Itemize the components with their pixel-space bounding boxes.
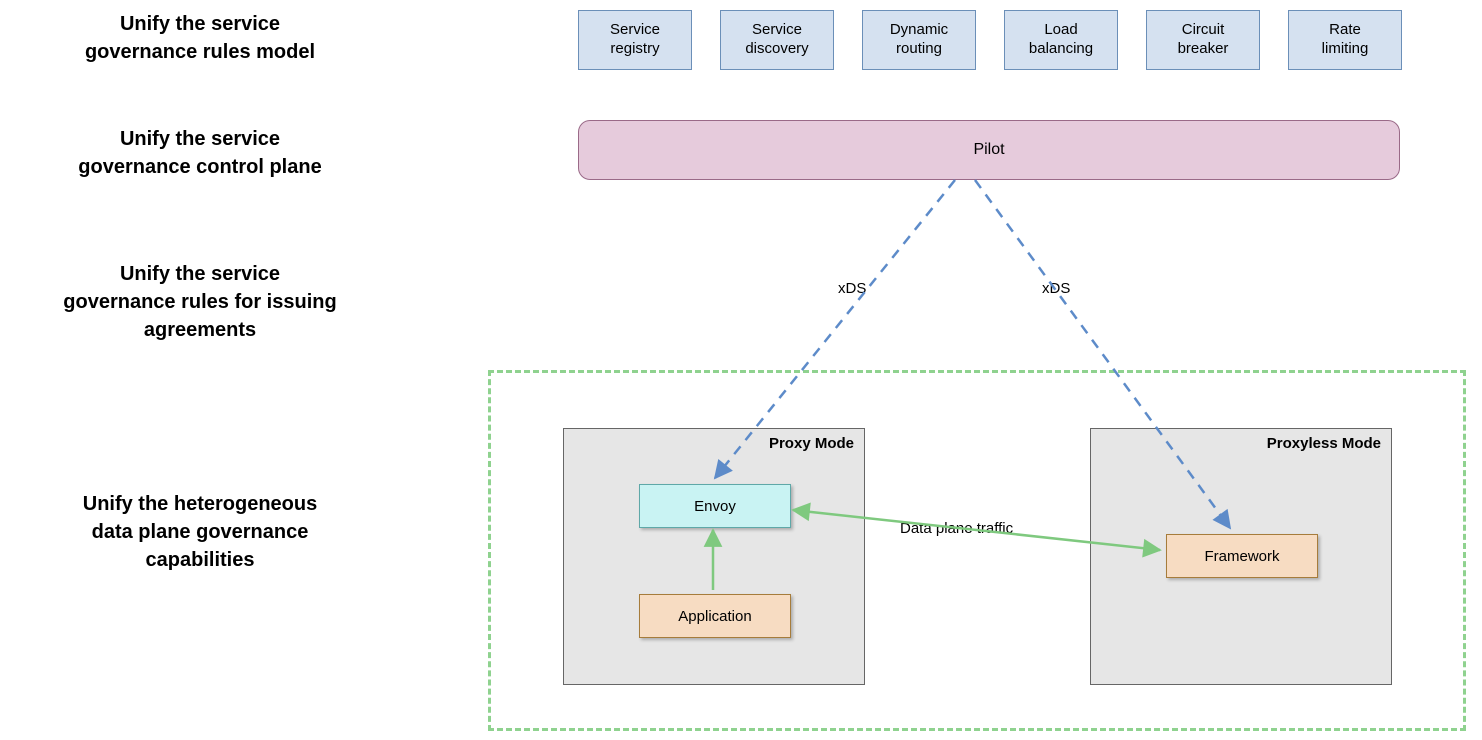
proxy-mode-title: Proxy Mode — [769, 435, 854, 452]
envoy-box: Envoy — [639, 484, 791, 528]
label-control-plane: Unify the servicegovernance control plan… — [40, 125, 360, 181]
traffic-label: Data plane traffic — [900, 520, 1013, 537]
cap-rate-limiting: Ratelimiting — [1288, 10, 1402, 70]
cap-circuit-breaker: Circuitbreaker — [1146, 10, 1260, 70]
cap-service-discovery: Servicediscovery — [720, 10, 834, 70]
proxyless-mode-title: Proxyless Mode — [1267, 435, 1381, 452]
label-rules-model: Unify the servicegovernance rules model — [40, 10, 360, 66]
pilot-box: Pilot — [578, 120, 1400, 180]
cap-dynamic-routing: Dynamicrouting — [862, 10, 976, 70]
xds-label-left: xDS — [838, 280, 866, 297]
cap-service-registry: Serviceregistry — [578, 10, 692, 70]
application-box: Application — [639, 594, 791, 638]
label-data-plane: Unify the heterogeneousdata plane govern… — [40, 490, 360, 574]
xds-label-right: xDS — [1042, 280, 1070, 297]
proxyless-mode-box: Proxyless Mode Framework — [1090, 428, 1392, 685]
cap-load-balancing: Loadbalancing — [1004, 10, 1118, 70]
framework-box: Framework — [1166, 534, 1318, 578]
proxy-mode-box: Proxy Mode Envoy Application — [563, 428, 865, 685]
label-issuing: Unify the servicegovernance rules for is… — [40, 260, 360, 344]
